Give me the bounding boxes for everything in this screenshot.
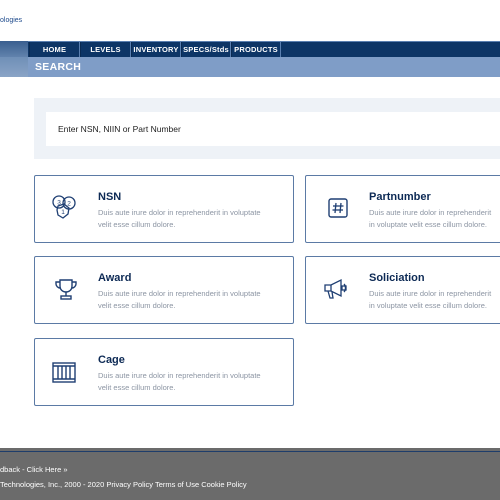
card-title: Award xyxy=(98,272,132,284)
feedback-link[interactable]: dback - Click Here » xyxy=(0,465,68,474)
svg-text:2: 2 xyxy=(67,201,71,208)
hashtag-icon xyxy=(326,194,352,222)
card-description: Duis aute irure dolor in reprehenderit i… xyxy=(369,208,492,229)
card-title: NSN xyxy=(98,191,122,203)
trophy-icon xyxy=(53,275,79,303)
svg-text:1: 1 xyxy=(61,209,65,216)
nav-levels[interactable]: LEVELS xyxy=(80,42,131,58)
svg-text:3: 3 xyxy=(57,200,61,207)
card-award[interactable]: Award Duis aute irure dolor in reprehend… xyxy=(34,256,294,324)
footer: dback - Click Here » Technologies, Inc.,… xyxy=(0,448,500,500)
footer-divider xyxy=(0,451,500,452)
search-header: SEARCH xyxy=(0,57,500,77)
card-title: Cage xyxy=(98,354,125,366)
card-partnumber[interactable]: Partnumber Duis aute irure dolor in repr… xyxy=(305,175,500,243)
card-title: Soliciation xyxy=(369,272,425,284)
nav-inventory[interactable]: INVENTORY xyxy=(131,42,181,58)
card-cage[interactable]: Cage Duis aute irure dolor in reprehende… xyxy=(34,338,294,406)
main-nav: HOME LEVELS INVENTORY SPECS/Stds PRODUCT… xyxy=(0,41,500,58)
nav-products[interactable]: PRODUCTS xyxy=(231,42,281,58)
search-input[interactable] xyxy=(46,112,500,146)
logo-text[interactable]: ologies xyxy=(0,17,22,24)
card-nsn[interactable]: 3 2 1 NSN Duis aute irure dolor in repre… xyxy=(34,175,294,243)
copyright-text: Technologies, Inc., 2000 - 2020 Privacy … xyxy=(0,480,247,489)
search-header-side xyxy=(0,57,28,77)
card-description: Duis aute irure dolor in reprehenderit i… xyxy=(98,371,261,392)
nav-home[interactable]: HOME xyxy=(29,42,80,58)
card-description: Duis aute irure dolor in reprehenderit i… xyxy=(98,208,261,229)
search-title: SEARCH xyxy=(35,61,82,73)
megaphone-icon xyxy=(322,275,348,303)
card-soliciation[interactable]: Soliciation Duis aute irure dolor in rep… xyxy=(305,256,500,324)
badges-icon: 3 2 1 xyxy=(51,194,77,222)
card-description: Duis aute irure dolor in reprehenderit i… xyxy=(369,289,492,310)
card-description: Duis aute irure dolor in reprehenderit i… xyxy=(98,289,261,310)
card-title: Partnumber xyxy=(369,191,431,203)
nav-specs[interactable]: SPECS/Stds xyxy=(181,42,231,58)
cage-icon xyxy=(51,359,77,387)
search-panel xyxy=(34,98,500,159)
